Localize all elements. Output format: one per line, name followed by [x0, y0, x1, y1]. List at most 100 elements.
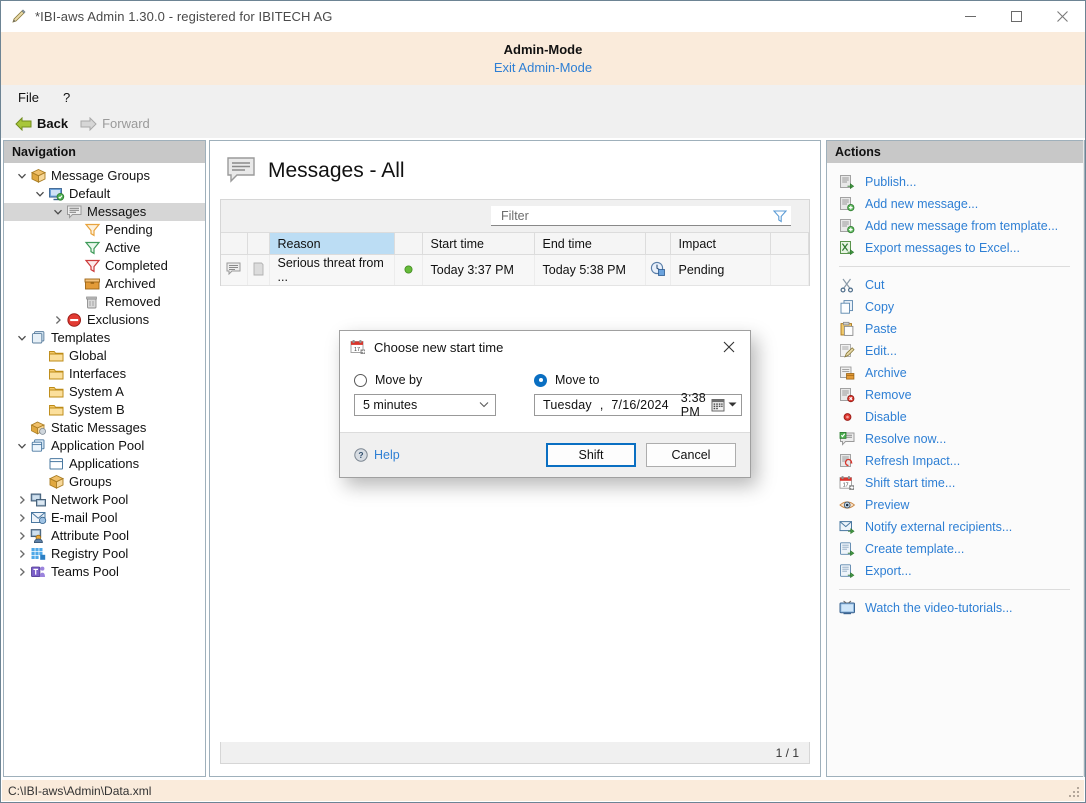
- action-notify-external-recipients[interactable]: Notify external recipients...: [827, 516, 1084, 538]
- sidebar-item-teams-pool[interactable]: Teams Pool: [4, 563, 205, 581]
- message-icon: [66, 204, 83, 220]
- action-export-messages-to-excel[interactable]: Export messages to Excel...: [827, 237, 1084, 259]
- chevron-right-icon[interactable]: [14, 546, 30, 562]
- action-publish[interactable]: Publish...: [827, 171, 1084, 193]
- sidebar-item-global[interactable]: Global: [4, 347, 205, 365]
- move-by-radio-row[interactable]: Move by: [354, 373, 496, 387]
- table-row[interactable]: Serious threat from ... Today 3:37 PM To…: [221, 255, 809, 286]
- sidebar-item-e-mail-pool[interactable]: E-mail Pool: [4, 509, 205, 527]
- close-button[interactable]: [1039, 1, 1085, 32]
- action-resolve-now[interactable]: Resolve now...: [827, 428, 1084, 450]
- back-button[interactable]: Back: [9, 114, 74, 133]
- action-remove[interactable]: Remove: [827, 384, 1084, 406]
- action-preview[interactable]: Preview: [827, 494, 1084, 516]
- sidebar-item-system-a[interactable]: System A: [4, 383, 205, 401]
- move-to-datetime-picker[interactable]: Tuesday , 7/16/2024 3:38 PM: [534, 394, 742, 416]
- calendar-dropdown-icon[interactable]: [711, 398, 725, 412]
- action-label: Resolve now...: [865, 432, 946, 446]
- sidebar-item-system-b[interactable]: System B: [4, 401, 205, 419]
- action-cut[interactable]: Cut: [827, 274, 1084, 296]
- datetime-dropdown-caret-icon[interactable]: [728, 400, 737, 410]
- sidebar-item-exclusions[interactable]: Exclusions: [4, 311, 205, 329]
- resize-grip-icon[interactable]: [1068, 786, 1080, 798]
- column-header-impacticon[interactable]: [645, 233, 670, 255]
- column-header-statusdot[interactable]: [394, 233, 422, 255]
- action-watch-the-video-tutorials[interactable]: Watch the video-tutorials...: [827, 597, 1084, 619]
- sidebar-item-groups[interactable]: Groups: [4, 473, 205, 491]
- action-disable[interactable]: Disable: [827, 406, 1084, 428]
- column-header-start-time[interactable]: Start time: [422, 233, 534, 255]
- sidebar-item-network-pool[interactable]: Network Pool: [4, 491, 205, 509]
- action-shift-start-time[interactable]: 17Shift start time...: [827, 472, 1084, 494]
- sidebar-item-active[interactable]: Active: [4, 239, 205, 257]
- action-export[interactable]: Export...: [827, 560, 1084, 582]
- chevron-down-icon[interactable]: [14, 438, 30, 454]
- navigation-tree[interactable]: Message GroupsDefaultMessagesPendingActi…: [4, 163, 205, 776]
- sidebar-item-attribute-pool[interactable]: Attribute Pool: [4, 527, 205, 545]
- sidebar-item-templates[interactable]: Templates: [4, 329, 205, 347]
- sidebar-item-archived[interactable]: Archived: [4, 275, 205, 293]
- action-label: Refresh Impact...: [865, 454, 960, 468]
- cancel-button[interactable]: Cancel: [646, 443, 736, 467]
- action-edit[interactable]: Edit...: [827, 340, 1084, 362]
- action-refresh-impact[interactable]: Refresh Impact...: [827, 450, 1084, 472]
- datetime-weekday[interactable]: Tuesday: [543, 398, 592, 412]
- admin-mode-title: Admin-Mode: [504, 42, 583, 57]
- move-to-radio-row[interactable]: Move to: [534, 373, 742, 387]
- datetime-time[interactable]: 3:38 PM: [681, 391, 711, 419]
- maximize-button[interactable]: [993, 1, 1039, 32]
- dialog-close-button[interactable]: [708, 332, 750, 362]
- minimize-button[interactable]: [947, 1, 993, 32]
- sidebar-item-messages[interactable]: Messages: [4, 203, 205, 221]
- column-header-reason[interactable]: Reason: [269, 233, 394, 255]
- chevron-right-icon[interactable]: [14, 510, 30, 526]
- move-to-label: Move to: [555, 373, 599, 387]
- chevron-down-icon[interactable]: [14, 330, 30, 346]
- sidebar-item-completed[interactable]: Completed: [4, 257, 205, 275]
- chevron-down-icon[interactable]: [50, 204, 66, 220]
- package-icon: [30, 168, 47, 184]
- sidebar-item-application-pool[interactable]: Application Pool: [4, 437, 205, 455]
- action-add-new-message[interactable]: Add new message...: [827, 193, 1084, 215]
- column-header-flag[interactable]: [247, 233, 269, 255]
- chevron-right-icon[interactable]: [14, 492, 30, 508]
- funnel-icon[interactable]: [773, 209, 787, 223]
- filter-input[interactable]: [499, 208, 773, 224]
- chevron-right-icon[interactable]: [50, 312, 66, 328]
- move-by-interval-select[interactable]: 5 minutes: [354, 394, 496, 416]
- action-create-template[interactable]: Create template...: [827, 538, 1084, 560]
- exit-admin-mode-link[interactable]: Exit Admin-Mode: [494, 60, 592, 75]
- chevron-down-icon[interactable]: [32, 186, 48, 202]
- sidebar-item-applications[interactable]: Applications: [4, 455, 205, 473]
- move-by-radio[interactable]: [354, 374, 367, 387]
- menu-item-help[interactable]: ?: [54, 88, 79, 107]
- chevron-down-icon[interactable]: [14, 168, 30, 184]
- folder-icon: [48, 366, 65, 382]
- shift-button[interactable]: Shift: [546, 443, 636, 467]
- paste-icon: [839, 321, 857, 337]
- menu-item-file[interactable]: File: [9, 88, 48, 107]
- sidebar-item-static-messages[interactable]: Static Messages: [4, 419, 205, 437]
- action-archive[interactable]: Archive: [827, 362, 1084, 384]
- sidebar-item-registry-pool[interactable]: Registry Pool: [4, 545, 205, 563]
- sidebar-item-interfaces[interactable]: Interfaces: [4, 365, 205, 383]
- action-add-new-message-from-template[interactable]: Add new message from template...: [827, 215, 1084, 237]
- sidebar-item-label: Completed: [105, 258, 168, 274]
- column-header-end-time[interactable]: End time: [534, 233, 645, 255]
- chevron-right-icon[interactable]: [14, 528, 30, 544]
- filter-box[interactable]: [491, 206, 791, 226]
- sidebar-item-default[interactable]: Default: [4, 185, 205, 203]
- cell-impact: Pending: [670, 255, 770, 286]
- sidebar-item-removed[interactable]: Removed: [4, 293, 205, 311]
- sidebar-item-pending[interactable]: Pending: [4, 221, 205, 239]
- chevron-right-icon[interactable]: [14, 564, 30, 580]
- sidebar-item-message-groups[interactable]: Message Groups: [4, 167, 205, 185]
- forward-button[interactable]: Forward: [74, 114, 156, 133]
- column-header-impact[interactable]: Impact: [670, 233, 770, 255]
- move-to-radio[interactable]: [534, 374, 547, 387]
- column-header-rowicon[interactable]: [221, 233, 247, 255]
- help-link[interactable]: ? Help: [354, 448, 400, 462]
- action-paste[interactable]: Paste: [827, 318, 1084, 340]
- action-copy[interactable]: Copy: [827, 296, 1084, 318]
- datetime-date[interactable]: 7/16/2024: [611, 398, 668, 412]
